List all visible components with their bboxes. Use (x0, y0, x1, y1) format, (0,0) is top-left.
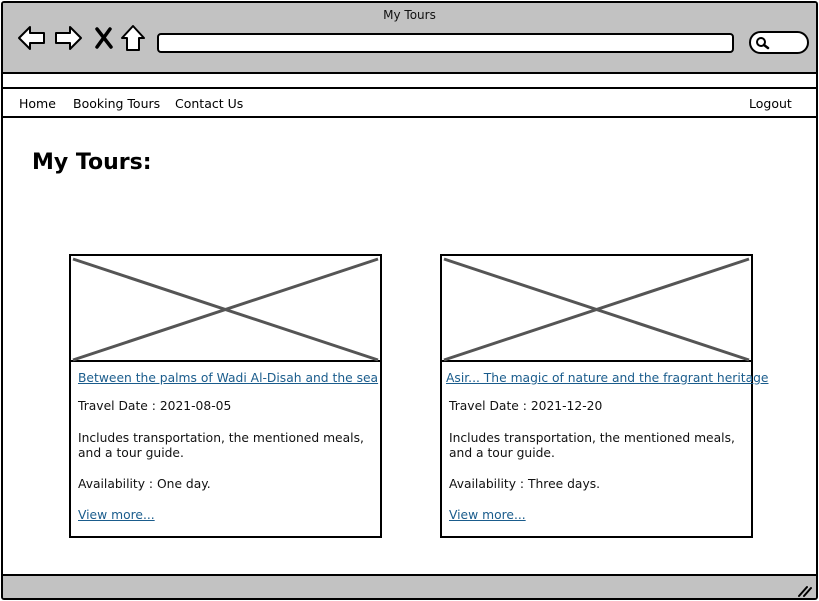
forward-arrow-icon[interactable] (53, 23, 83, 53)
tour-card: Asir... The magic of nature and the frag… (440, 254, 768, 538)
tour-includes: Includes transportation, the mentioned m… (449, 431, 735, 460)
address-bar[interactable] (157, 33, 734, 53)
tour-travel-date: Travel Date : 2021-08-05 (78, 399, 232, 413)
tour-availability: Availability : Three days. (449, 477, 601, 491)
window-title: My Tours (383, 8, 436, 22)
logout-link[interactable]: Logout (749, 96, 792, 111)
tour-includes: Includes transportation, the mentioned m… (78, 431, 364, 460)
tour-title-link[interactable]: Between the palms of Wadi Al-Disah and t… (78, 371, 378, 385)
browser-toolbar: My Tours (3, 3, 816, 74)
menu-home[interactable]: Home (19, 96, 56, 111)
tour-title-link[interactable]: Asir... The magic of nature and the frag… (446, 371, 768, 385)
tour-travel-date: Travel Date : 2021-12-20 (449, 399, 603, 413)
tour-availability: Availability : One day. (78, 477, 211, 491)
resize-grip-icon[interactable] (796, 584, 812, 598)
tour-card: Between the palms of Wadi Al-Disah and t… (69, 254, 382, 538)
menu-contact-us[interactable]: Contact Us (175, 96, 243, 111)
image-placeholder-icon (442, 256, 751, 362)
search-icon (756, 37, 770, 50)
status-bar (3, 574, 816, 598)
image-placeholder-icon (71, 256, 380, 362)
page-title: My Tours: (32, 150, 152, 175)
browser-window: My Tours Home Booking Tours Contact Us L… (1, 1, 818, 600)
menu-booking-tours[interactable]: Booking Tours (73, 96, 160, 111)
close-icon[interactable] (89, 23, 119, 53)
view-more-link[interactable]: View more... (78, 508, 155, 522)
app-menu-bar: Home Booking Tours Contact Us Logout (3, 87, 816, 118)
view-more-link[interactable]: View more... (449, 508, 526, 522)
home-icon[interactable] (118, 23, 148, 53)
back-arrow-icon[interactable] (17, 23, 47, 53)
search-box[interactable] (749, 31, 809, 54)
